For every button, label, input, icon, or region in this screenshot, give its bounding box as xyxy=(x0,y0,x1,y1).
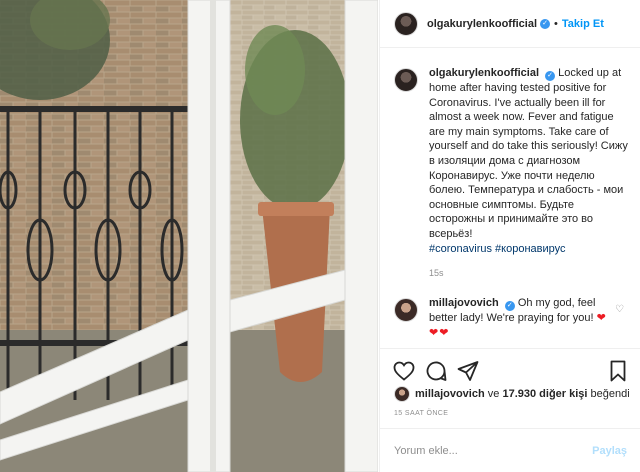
likes-summary: millajovovich ve 17.930 diğer kişi beğen… xyxy=(394,386,630,402)
bookmark-icon[interactable] xyxy=(606,359,630,383)
verified-badge-icon: ✓ xyxy=(540,18,551,29)
add-comment-bar: Paylaş xyxy=(380,428,640,472)
post-caption: olgakurylenkoofficial ✓ Locked up at hom… xyxy=(394,66,632,278)
verified-badge-icon: ✓ xyxy=(504,301,515,311)
post-comment-button[interactable]: Paylaş xyxy=(592,445,627,457)
author-username[interactable]: olgakurylenkoofficial xyxy=(427,18,537,30)
paper-plane-icon[interactable] xyxy=(456,359,480,383)
separator-dot: • xyxy=(554,17,558,30)
comment-text-block: millajovovich ✓ Oh my god, feel better l… xyxy=(429,296,609,340)
commenter-username[interactable]: millajovovich xyxy=(429,297,499,309)
caption-time: 15s xyxy=(429,268,444,279)
likes-others[interactable]: diğer kişi xyxy=(539,388,587,400)
comment-like-heart-icon[interactable]: ♡ xyxy=(615,304,624,315)
likes-text[interactable]: millajovovich ve 17.930 diğer kişi beğen… xyxy=(415,388,630,400)
likes-count[interactable]: 17.930 xyxy=(502,388,536,400)
post-header: olgakurylenkoofficial ✓ • Takip Et xyxy=(380,0,640,48)
window-courtyard-image xyxy=(0,0,378,472)
author-avatar[interactable] xyxy=(394,11,418,36)
caption-username[interactable]: olgakurylenkoofficial xyxy=(429,67,539,79)
comment-bubble-icon[interactable] xyxy=(424,359,448,383)
comment-input[interactable] xyxy=(394,444,593,457)
caption-text-block: olgakurylenkoofficial ✓ Locked up at hom… xyxy=(429,66,632,256)
liker-username[interactable]: millajovovich xyxy=(415,388,485,400)
commenter-avatar[interactable] xyxy=(394,298,418,322)
caption-hashtags[interactable]: #coronavirus #коронавирус xyxy=(429,243,566,255)
follow-button[interactable]: Takip Et xyxy=(562,18,604,30)
liker-avatar[interactable] xyxy=(394,386,410,402)
action-bar xyxy=(380,348,640,388)
post-side-panel: olgakurylenkoofficial ✓ • Takip Et olgak… xyxy=(379,0,640,472)
post-photo[interactable] xyxy=(0,0,378,472)
post-timestamp[interactable]: 15 SAAT ÖNCE xyxy=(394,410,448,417)
likes-connector: ve xyxy=(487,388,500,400)
comment-item: millajovovich ✓ Oh my god, feel better l… xyxy=(394,296,632,340)
verified-badge-icon: ✓ xyxy=(545,71,556,81)
like-heart-icon[interactable] xyxy=(392,359,416,383)
caption-body: Locked up at home after having tested po… xyxy=(429,67,628,240)
likes-verb: beğendi xyxy=(590,388,630,400)
caption-avatar[interactable] xyxy=(394,68,418,92)
